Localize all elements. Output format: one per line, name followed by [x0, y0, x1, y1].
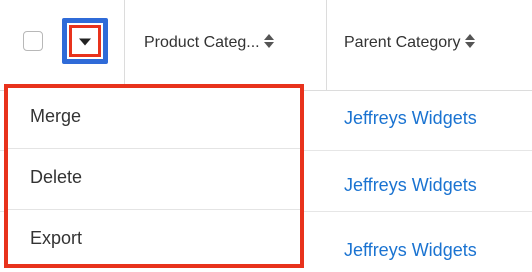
column-header-parent-category[interactable]: Parent Category: [344, 34, 475, 52]
dropdown-caret-icon: [79, 38, 91, 46]
column-header-label: Parent Category: [344, 34, 461, 51]
mass-actions-menu: Merge Delete Export: [4, 84, 304, 268]
highlight-box: [69, 25, 101, 57]
sort-icon[interactable]: [464, 34, 475, 48]
sort-icon[interactable]: [263, 34, 274, 48]
mass-actions-dropdown-button[interactable]: [62, 18, 108, 64]
select-all-checkbox[interactable]: [23, 31, 43, 51]
column-header-product-category[interactable]: Product Categ...: [144, 34, 274, 52]
menu-item-label: Merge: [30, 106, 82, 126]
menu-item-export[interactable]: Export: [8, 209, 300, 265]
parent-category-link[interactable]: Jeffreys Widgets: [344, 108, 477, 129]
menu-item-label: Export: [30, 228, 83, 248]
parent-category-link[interactable]: Jeffreys Widgets: [344, 240, 477, 261]
column-divider: [124, 0, 125, 90]
column-divider: [326, 0, 327, 90]
menu-item-delete[interactable]: Delete: [8, 148, 300, 204]
list-header: Product Categ... Parent Category: [0, 0, 532, 91]
menu-item-label: Delete: [30, 167, 83, 187]
parent-category-link[interactable]: Jeffreys Widgets: [344, 175, 477, 196]
menu-item-merge[interactable]: Merge: [8, 88, 300, 144]
column-header-label: Product Categ...: [144, 34, 260, 51]
